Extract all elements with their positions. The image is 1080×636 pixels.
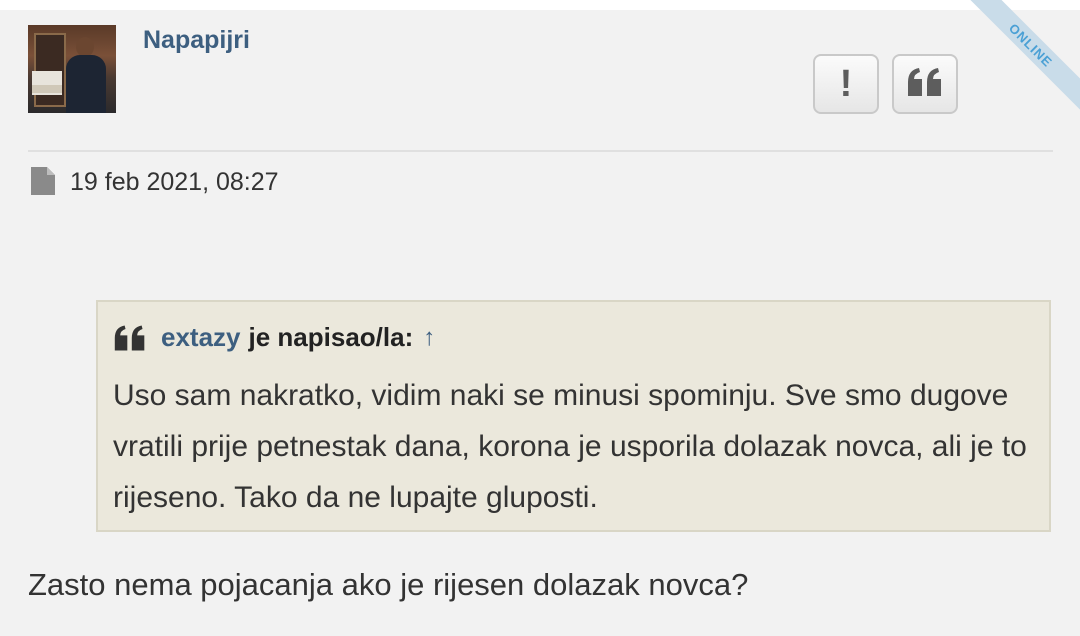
exclamation-icon: ! <box>839 62 853 105</box>
avatar-person-head <box>76 37 94 57</box>
document-icon <box>31 167 55 200</box>
quote-text: Uso sam nakratko, vidim naki se minusi s… <box>113 379 1027 514</box>
quote-icon <box>906 66 944 103</box>
quote-author-link[interactable]: extazy <box>161 322 241 353</box>
top-separator <box>0 0 1080 10</box>
quote-header: extazy je napisao/la: ↑ <box>113 322 435 353</box>
quoted-message-box: extazy je napisao/la: ↑ Uso sam nakratko… <box>96 300 1051 532</box>
avatar-sign-band <box>32 85 62 93</box>
report-post-button[interactable]: ! <box>813 54 879 114</box>
post-date[interactable]: 19 feb 2021, 08:27 <box>70 168 279 197</box>
online-status-ribbon: ONLINE <box>956 0 1080 120</box>
avatar-person-body <box>66 55 106 113</box>
quote-post-button[interactable] <box>892 54 958 114</box>
avatar-door-shape <box>34 33 66 107</box>
jump-to-quote-link[interactable]: ↑ <box>423 324 435 352</box>
post-author-username[interactable]: Napapijri <box>143 26 250 55</box>
user-avatar[interactable] <box>28 25 116 113</box>
post-body-text: Zasto nema pojacanja ako je rijesen dola… <box>28 567 749 602</box>
quote-icon <box>113 323 147 353</box>
post-header-divider <box>28 150 1053 152</box>
quote-wrote-label: je napisao/la: <box>248 322 414 352</box>
